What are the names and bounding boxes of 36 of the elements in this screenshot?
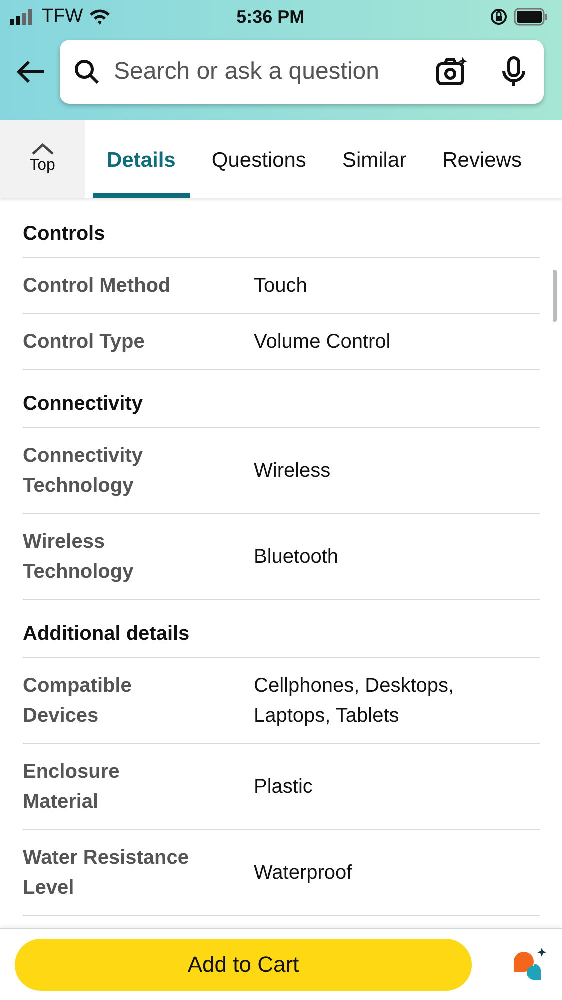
battery-icon [514,8,548,26]
spec-value: Bluetooth [254,545,340,570]
tab[interactable]: Similar [328,120,421,198]
spec-value: Cellphones, Desktops, Laptops, Tablets [254,674,456,729]
spec-value: Volume Control [254,330,392,355]
spec-label: Control Type [23,330,146,355]
assistant-icon[interactable] [512,948,548,982]
spec-label: Enclosure Material [23,760,121,815]
spec-value: Plastic [254,775,314,800]
rotation-lock-icon [490,8,508,26]
camera-icon[interactable] [436,57,468,87]
section-heading: Controls [23,200,540,258]
top-button[interactable]: Top [0,120,85,198]
tab[interactable]: Questions [198,120,320,198]
spec-label: Compatible Devices [23,674,133,729]
add-to-cart-button[interactable]: Add to Cart [15,938,472,990]
spec-value: Waterproof [254,861,354,886]
carrier-name: TFW [42,6,84,28]
spec-label: Water Resistance Level [23,846,190,901]
section-heading: Additional details [23,600,540,658]
spec-value: Wireless [254,459,332,484]
section-heading: Connectivity [23,370,540,428]
tab[interactable]: Reviews [428,120,536,198]
spec-value: Touch [254,274,308,299]
tab[interactable]: Details [93,120,190,198]
microphone-icon[interactable] [502,56,526,88]
search-bar[interactable]: Search or ask a question [60,40,544,104]
scrollbar [553,270,557,322]
status-time: 5:36 PM [236,6,306,28]
search-icon [74,59,100,85]
spec-label: Connectivity Technology [23,444,144,499]
back-arrow-icon[interactable] [16,60,46,84]
wifi-icon [89,9,112,25]
spec-label: Wireless Technology [23,530,135,585]
chevron-up-icon [32,143,54,155]
spec-label: Control Method [23,274,172,299]
